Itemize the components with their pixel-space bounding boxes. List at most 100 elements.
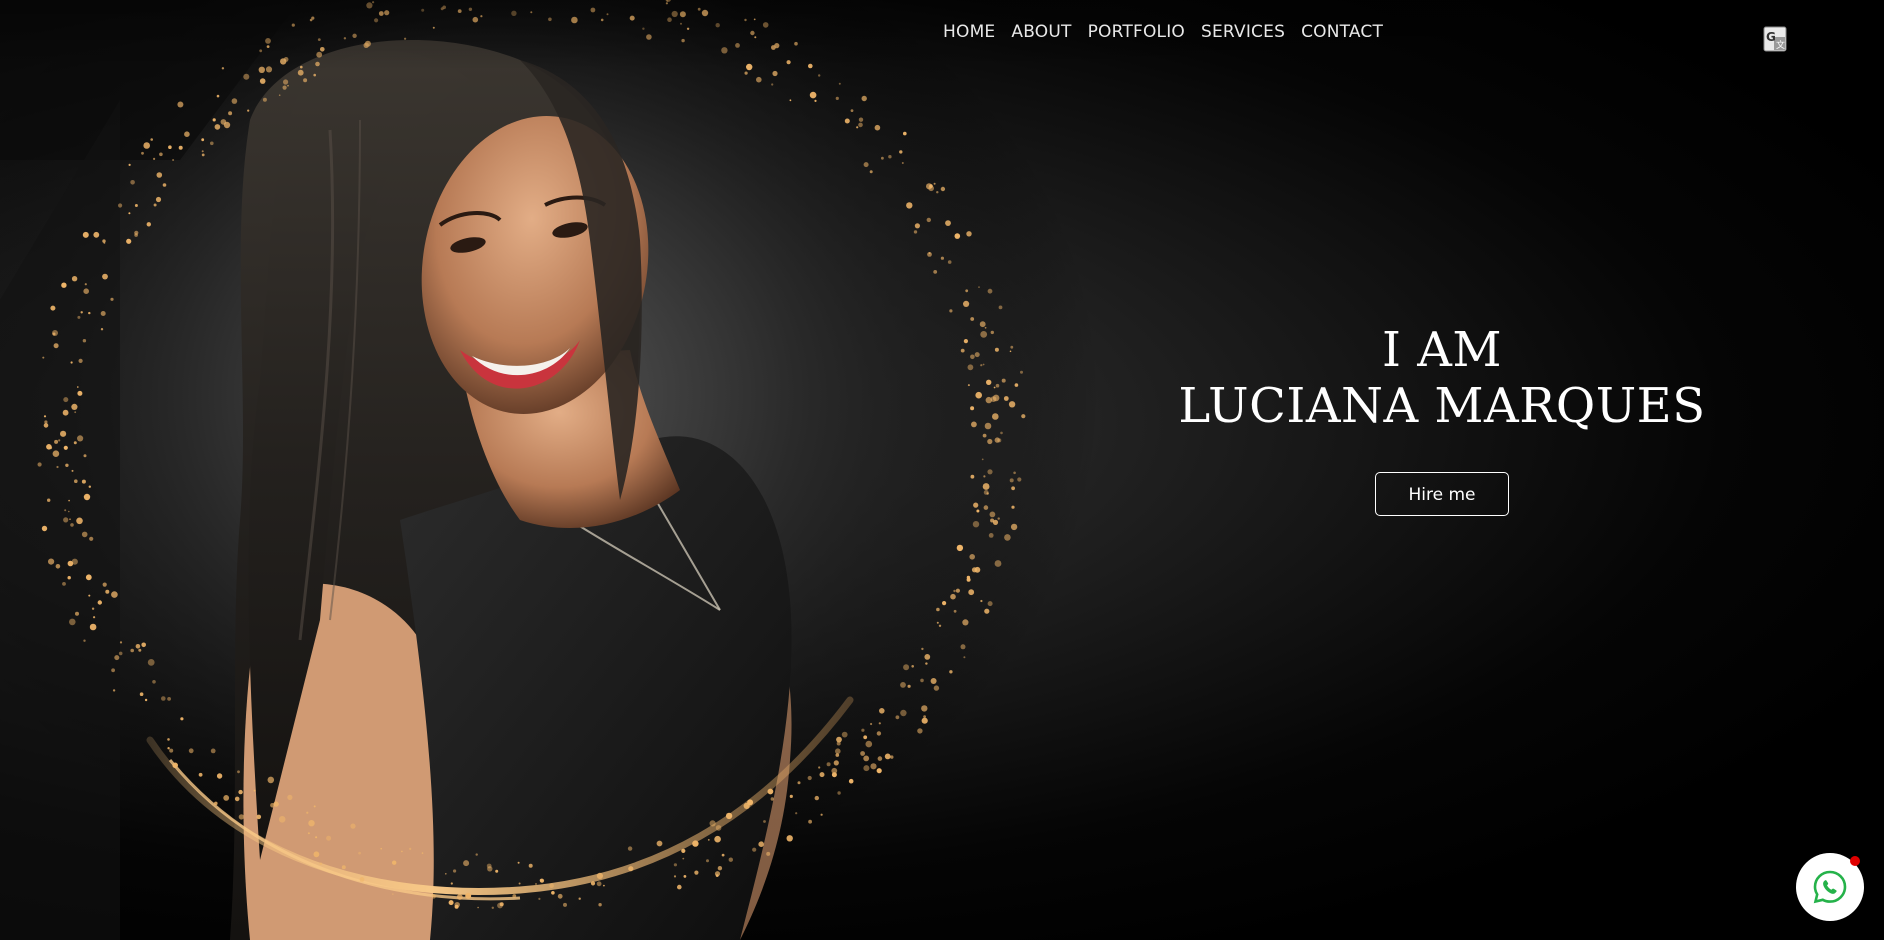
translate-button[interactable]: G 文	[1763, 26, 1787, 52]
sparkle	[259, 78, 266, 84]
sparkle	[475, 853, 478, 856]
sparkle	[681, 848, 686, 854]
sparkle	[983, 505, 989, 510]
hero-intro-line: I AM	[1381, 322, 1503, 378]
sparkle	[673, 875, 677, 878]
sparkle	[974, 352, 980, 358]
sparkle	[63, 517, 69, 523]
whatsapp-chat-button[interactable]	[1796, 853, 1864, 921]
sparkle	[141, 642, 146, 648]
sparkle	[177, 101, 184, 108]
sparkle	[283, 79, 289, 85]
sparkle	[826, 762, 831, 767]
sparkle	[870, 722, 873, 726]
hire-me-button[interactable]: Hire me	[1375, 472, 1509, 516]
sparkle	[973, 502, 979, 508]
sparkle	[287, 794, 293, 801]
sparkle	[303, 78, 308, 83]
sparkle	[953, 609, 957, 613]
sparkle	[62, 409, 69, 416]
sparkle	[130, 180, 135, 185]
sparkle	[421, 852, 424, 854]
sparkle	[914, 223, 921, 229]
sparkle	[201, 153, 205, 157]
sparkle	[65, 463, 69, 467]
sparkle	[903, 664, 910, 671]
sparkle	[44, 420, 48, 424]
sparkle	[89, 536, 94, 541]
sparkle	[728, 857, 733, 862]
sparkle	[942, 601, 947, 606]
sparkle	[940, 186, 946, 192]
svg-text:G: G	[1766, 30, 1776, 44]
sparkle	[819, 772, 825, 778]
sparkle	[994, 347, 999, 352]
sparkle	[927, 252, 932, 257]
sparkle	[535, 883, 537, 885]
sparkle	[962, 619, 969, 626]
sparkle	[706, 859, 709, 863]
sparkle	[188, 748, 194, 754]
sparkle	[986, 379, 992, 385]
sparkle	[80, 311, 83, 314]
sparkle	[47, 498, 51, 502]
sparkle	[721, 853, 725, 857]
sparkle	[921, 705, 928, 712]
sparkle	[926, 217, 931, 223]
google-translate-icon: G 文	[1763, 26, 1787, 52]
sparkle	[818, 766, 821, 769]
nav-link-portfolio[interactable]: PORTFOLIO	[1088, 22, 1185, 42]
sparkle	[71, 276, 78, 282]
sparkle	[161, 696, 166, 701]
sparkle	[130, 648, 134, 653]
sparkle	[596, 872, 604, 880]
sparkle	[797, 781, 801, 785]
sparkle	[273, 801, 279, 807]
sparkle	[1011, 505, 1015, 509]
sparkle	[628, 866, 634, 872]
sparkle	[53, 343, 59, 349]
sparkle	[980, 364, 983, 367]
sparkle	[538, 897, 541, 901]
sparkle	[870, 763, 877, 770]
sparkle	[223, 795, 230, 801]
sparkle	[841, 731, 848, 738]
nav-link-services[interactable]: SERVICES	[1201, 22, 1285, 42]
sparkle	[970, 354, 975, 360]
sparkle	[861, 728, 865, 732]
sparkle	[247, 109, 250, 112]
sparkle	[925, 662, 928, 665]
sparkle	[744, 71, 748, 75]
nav-link-about[interactable]: ABOUT	[1011, 22, 1071, 42]
sparkle	[998, 305, 1003, 310]
sparkle	[549, 883, 554, 888]
sparkle	[110, 297, 114, 301]
sparkle	[93, 616, 96, 619]
sparkle	[169, 748, 174, 753]
sparkle	[156, 172, 163, 178]
sparkle	[56, 465, 59, 469]
sparkle	[758, 841, 764, 847]
sparkle	[917, 728, 923, 734]
sparkle	[767, 788, 774, 795]
nav-item-about: ABOUT	[1011, 22, 1071, 42]
nav-link-home[interactable]: HOME	[943, 22, 995, 42]
sparkle	[960, 348, 965, 353]
portrait-photo	[0, 0, 1100, 940]
sparkle	[677, 884, 682, 890]
sparkle	[111, 668, 115, 673]
sparkle	[518, 882, 521, 885]
nav-link-contact[interactable]: CONTACT	[1301, 22, 1383, 42]
sparkle	[578, 897, 581, 900]
sparkle	[714, 835, 721, 843]
sparkle	[858, 117, 864, 122]
sparkle	[228, 111, 233, 116]
sparkle	[359, 877, 365, 882]
sparkle	[103, 242, 106, 244]
sparkle	[82, 339, 87, 343]
sparkle	[237, 770, 240, 774]
sparkle	[326, 835, 332, 841]
sparkle	[874, 124, 881, 131]
sparkle	[119, 641, 123, 644]
sparkle	[77, 390, 83, 396]
